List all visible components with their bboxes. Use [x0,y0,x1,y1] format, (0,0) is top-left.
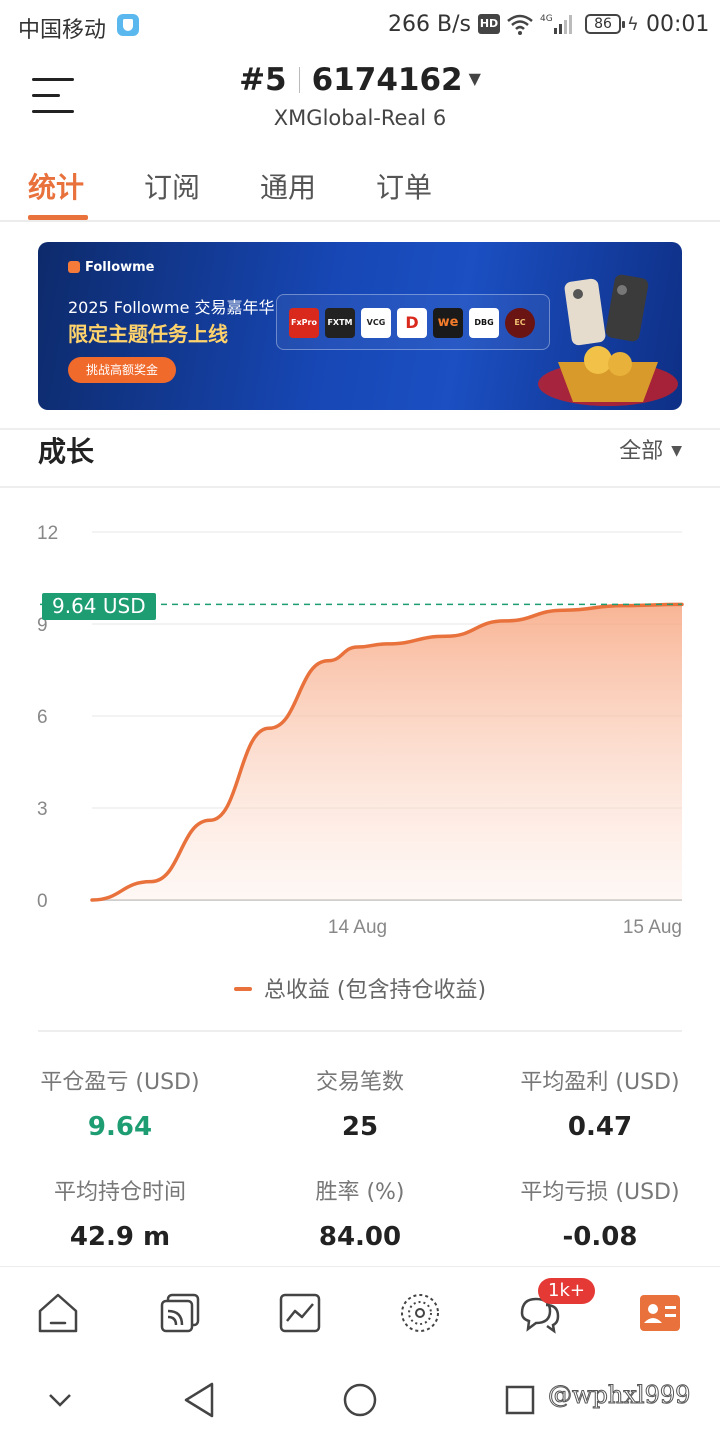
tab-general[interactable]: 通用 [260,166,316,206]
wifi-icon [507,14,533,35]
chart-icon[interactable] [276,1289,324,1337]
range-filter-dropdown[interactable]: 全部 ▼ [619,433,682,465]
caret-down-icon: ▼ [468,69,481,88]
profile-icon[interactable] [636,1289,684,1337]
partner-logos: FxPro FXTM VCG D we DBG EC [276,294,550,350]
growth-chart-svg: 03691214 Aug 15 Aug [37,523,684,938]
signal-icon: 4G [540,14,572,34]
recents-icon[interactable] [502,1382,538,1418]
account-selector[interactable]: #5 6174162 ▼ [0,62,720,98]
active-tab-indicator [28,215,88,220]
followme-logo: Followme [68,260,155,275]
stat-label: 平均盈利 (USD) [520,1070,680,1095]
stat-value: 0.47 [567,1112,633,1142]
banner-cta-button[interactable]: 挑战高额奖金 [68,357,176,383]
prize-illustration [538,274,678,406]
stat-win-rate: 胜率 (%) 84.00 [240,1174,480,1252]
stat-label: 胜率 (%) [315,1180,405,1205]
legend-swatch [233,987,252,991]
stat-label: 平均持仓时间 [53,1180,186,1205]
y-tick-label: 0 [37,891,48,912]
discover-icon[interactable] [396,1289,444,1337]
y-tick-label: 6 [37,707,48,728]
series-area [92,604,682,900]
caret-down-icon: ▼ [671,443,682,459]
home-icon[interactable] [34,1289,82,1337]
account-rank: #5 [239,62,287,98]
partner-logo: FXTM [325,308,355,338]
stat-label: 平仓盈亏 (USD) [40,1070,200,1095]
account-server: XMGlobal-Real 6 [273,106,447,130]
x-tick-label: 15 Aug [623,917,682,938]
banner-subheadline: 限定主题任务上线 [68,322,228,346]
tab-orders[interactable]: 订单 [376,166,432,206]
home-circle-icon[interactable] [340,1380,380,1420]
hd-icon: HD [478,14,500,34]
collapse-icon[interactable] [44,1384,76,1416]
partner-logo: VCG [361,308,391,338]
growth-title: 成长 [38,435,95,468]
section-divider [0,486,720,488]
bottom-nav [0,1266,720,1362]
network-type: 4G [540,14,553,24]
stat-trade-count: 交易笔数 25 [240,1064,480,1142]
status-bar: 中国移动 266 B/s HD 4G 86 ϟ 00:01 [0,0,720,50]
stat-value: -0.08 [562,1222,638,1252]
chart-legend[interactable]: 总收益 (包含持仓收益) [0,972,720,1004]
partner-logo: we [433,308,463,338]
tab-subscribe[interactable]: 订阅 [144,166,200,206]
stat-label: 平均亏损 (USD) [520,1180,680,1205]
current-value-badge: 9.64 USD [42,593,156,620]
stat-avg-hold-time: 平均持仓时间 42.9 m [0,1174,240,1252]
y-tick-label: 3 [37,799,48,820]
battery-icon: 86 [585,14,625,34]
account-number: 6174162 [311,62,463,98]
tab-statistics[interactable]: 统计 [28,166,84,206]
tab-bar: 统计 订阅 通用 订单 [0,160,720,222]
y-tick-label: 12 [37,523,58,544]
legend-label: 总收益 (包含持仓收益) [263,978,487,1003]
partner-logo: DBG [469,308,499,338]
stat-value: 25 [341,1112,379,1142]
section-divider [0,428,720,430]
stat-closed-pnl: 平仓盈亏 (USD) 9.64 [0,1064,240,1142]
watermark-text: @wphxl999 [547,1381,691,1410]
stat-avg-profit: 平均盈利 (USD) 0.47 [480,1064,720,1142]
messages-badge: 1k+ [538,1278,595,1304]
growth-chart[interactable]: 0 3 6 9 12 14 Aug 15 Aug [0,500,720,960]
charging-icon: ϟ [627,14,639,35]
x-tick-label: 14 Aug [328,917,387,938]
carrier-label: 中国移动 [18,18,107,43]
clock: 00:01 [646,12,710,37]
cards-icon[interactable] [156,1289,204,1337]
network-speed: 266 B/s [388,12,471,37]
stat-value: 84.00 [318,1222,402,1252]
partner-logo: FxPro [289,308,319,338]
range-filter-label: 全部 [619,439,664,464]
banner-headline: 2025 Followme 交易嘉年华 [68,298,275,317]
stat-label: 交易笔数 [315,1070,404,1095]
stat-value: 42.9 m [69,1222,171,1252]
section-divider [38,1030,682,1032]
promo-banner[interactable]: Followme 2025 Followme 交易嘉年华 限定主题任务上线 挑战… [38,242,682,410]
partner-logo: D [397,308,427,338]
shield-icon [117,14,139,36]
back-icon[interactable] [180,1380,220,1420]
stat-value: 9.64 [87,1112,153,1142]
stat-avg-loss: 平均亏损 (USD) -0.08 [480,1174,720,1252]
